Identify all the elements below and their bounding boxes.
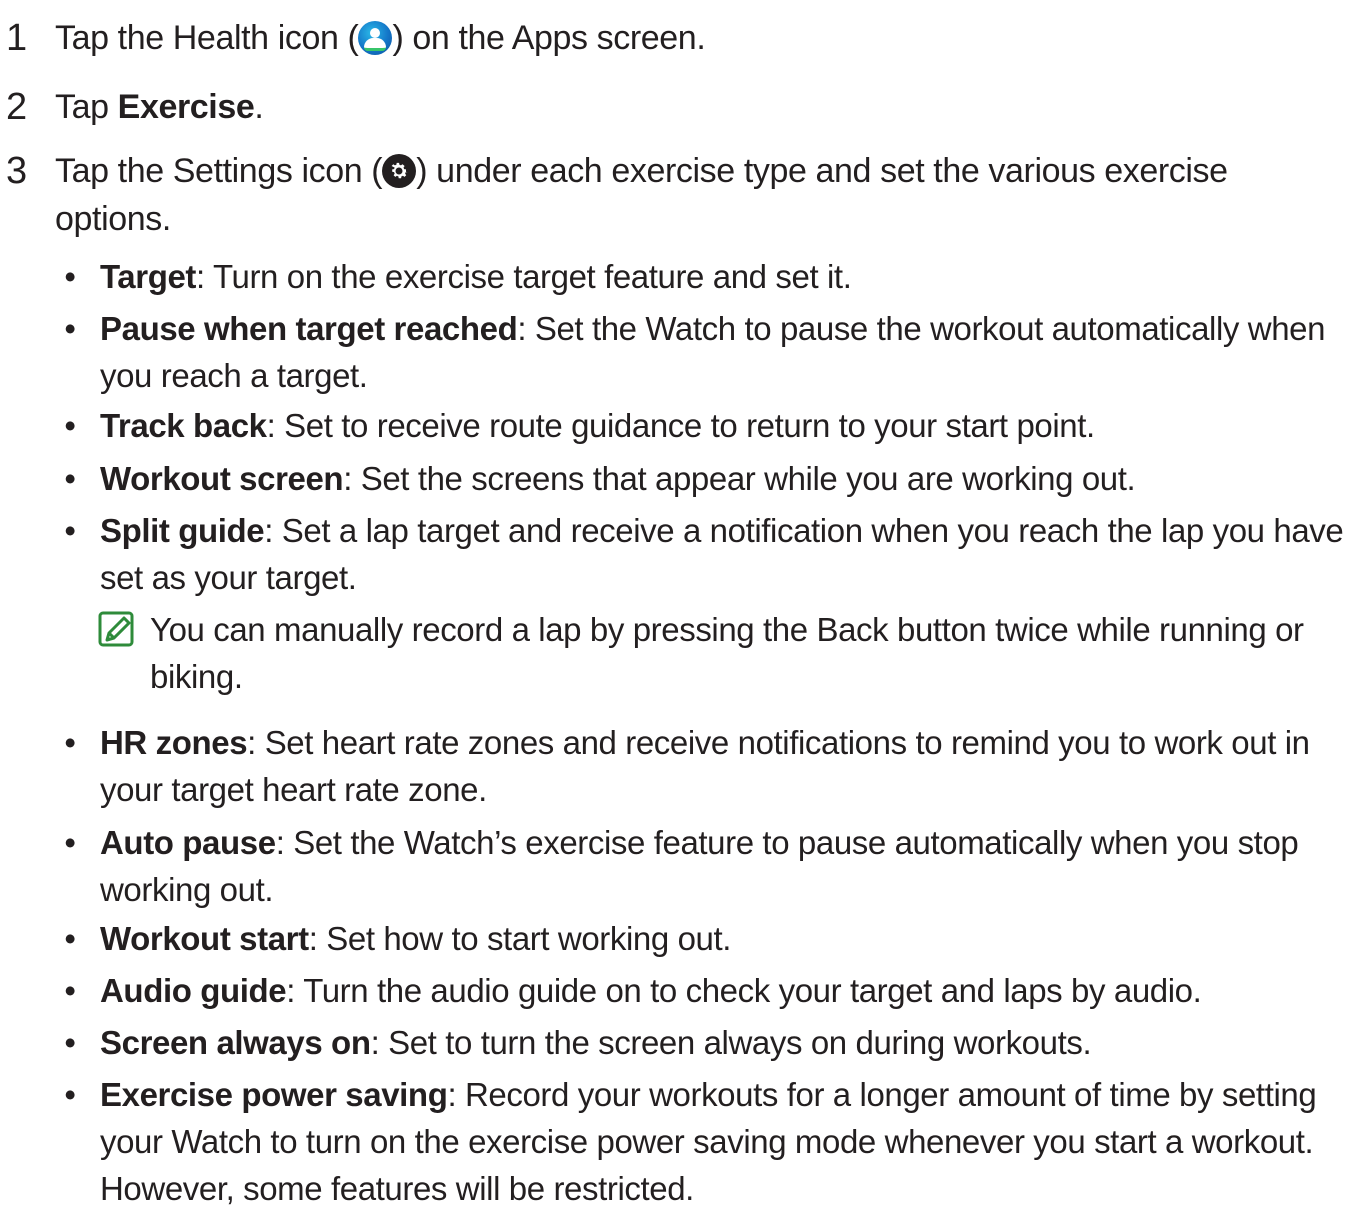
bullet-desc: : Set a lap target and receive a notific… [100, 512, 1344, 596]
bullet-dot: • [64, 460, 76, 497]
bullet-term: HR zones [100, 724, 248, 761]
bullet-desc: : Set the screens that appear while you … [343, 460, 1136, 497]
bullet-term: Target [100, 258, 197, 295]
bullet-dot: • [64, 512, 76, 549]
bullet-item: • Workout screen: Set the screens that ap… [64, 455, 1345, 502]
bullet-item: • Pause when target reached: Set the Watc… [64, 305, 1345, 399]
bullet-item: • HR zones: Set heart rate zones and rece… [64, 719, 1345, 813]
bullet-term: Exercise power saving [100, 1076, 448, 1113]
step-number: 1 [6, 17, 27, 59]
settings-gear-icon [382, 154, 417, 188]
health-app-icon [358, 21, 393, 55]
bullet-term: Audio guide [100, 972, 287, 1009]
step-text-part: . [254, 88, 264, 126]
bullet-dot: • [64, 1076, 76, 1113]
bullet-item: • Audio guide: Turn the audio guide on to… [64, 967, 1345, 1014]
bullet-term: Split guide [100, 512, 265, 549]
bullet-item: • Track back: Set to receive route guidan… [64, 402, 1345, 449]
bullet-item: • Workout start: Set how to start working… [64, 915, 1345, 962]
bullet-dot: • [64, 310, 76, 347]
bullet-dot: • [64, 258, 76, 295]
bullet-dot: • [64, 920, 76, 957]
bullet-dot: • [64, 407, 76, 444]
bullet-term: Auto pause [100, 824, 276, 861]
bullet-desc: : Set to turn the screen always on durin… [370, 1024, 1092, 1061]
bullet-term: Track back [100, 407, 267, 444]
bullet-dot: • [64, 1024, 76, 1061]
step-text: Tap Exercise. [55, 83, 1305, 131]
step-number: 2 [6, 86, 27, 128]
step-text-part: ) on the Apps screen. [392, 19, 706, 57]
bullet-term: Workout start [100, 920, 309, 957]
bullet-desc: : Turn the audio guide on to check your … [286, 972, 1202, 1009]
bullet-dot: • [64, 972, 76, 1009]
step-number: 3 [6, 150, 27, 192]
bullet-dot: • [64, 824, 76, 861]
bullet-item: • Split guide: Set a lap target and recei… [64, 507, 1345, 601]
bullet-desc: : Set the Watch’s exercise feature to pa… [100, 824, 1299, 908]
step-text-part: Tap the Settings icon ( [55, 152, 383, 190]
step-text-part: Tap the Health icon ( [55, 19, 359, 57]
bullet-item: • Screen always on: Set to turn the scree… [64, 1019, 1345, 1066]
bullet-term: Pause when target reached [100, 310, 518, 347]
step-term: Exercise [117, 88, 255, 126]
bullet-item: • Exercise power saving: Record your work… [64, 1071, 1345, 1212]
bullet-dot: • [64, 724, 76, 761]
bullet-desc: : Set how to start working out. [308, 920, 732, 957]
note-text: You can manually record a lap by pressin… [150, 611, 1304, 695]
bullet-desc: : Set heart rate zones and receive notif… [100, 724, 1310, 808]
step-text: Tap the Settings icon () under each exer… [55, 147, 1305, 243]
step-text-part: Tap [55, 88, 118, 126]
note-pencil-icon [97, 610, 137, 650]
bullet-item: • Target: Turn on the exercise target fea… [64, 253, 1345, 300]
bullet-item: • Auto pause: Set the Watch’s exercise fe… [64, 819, 1345, 913]
bullet-desc: : Turn on the exercise target feature an… [196, 258, 852, 295]
bullet-term: Screen always on [100, 1024, 371, 1061]
bullet-desc: : Set to receive route guidance to retur… [266, 407, 1096, 444]
bullet-term: Workout screen [100, 460, 344, 497]
step-text: Tap the Health icon ( ) on the Apps scree… [55, 14, 1305, 62]
